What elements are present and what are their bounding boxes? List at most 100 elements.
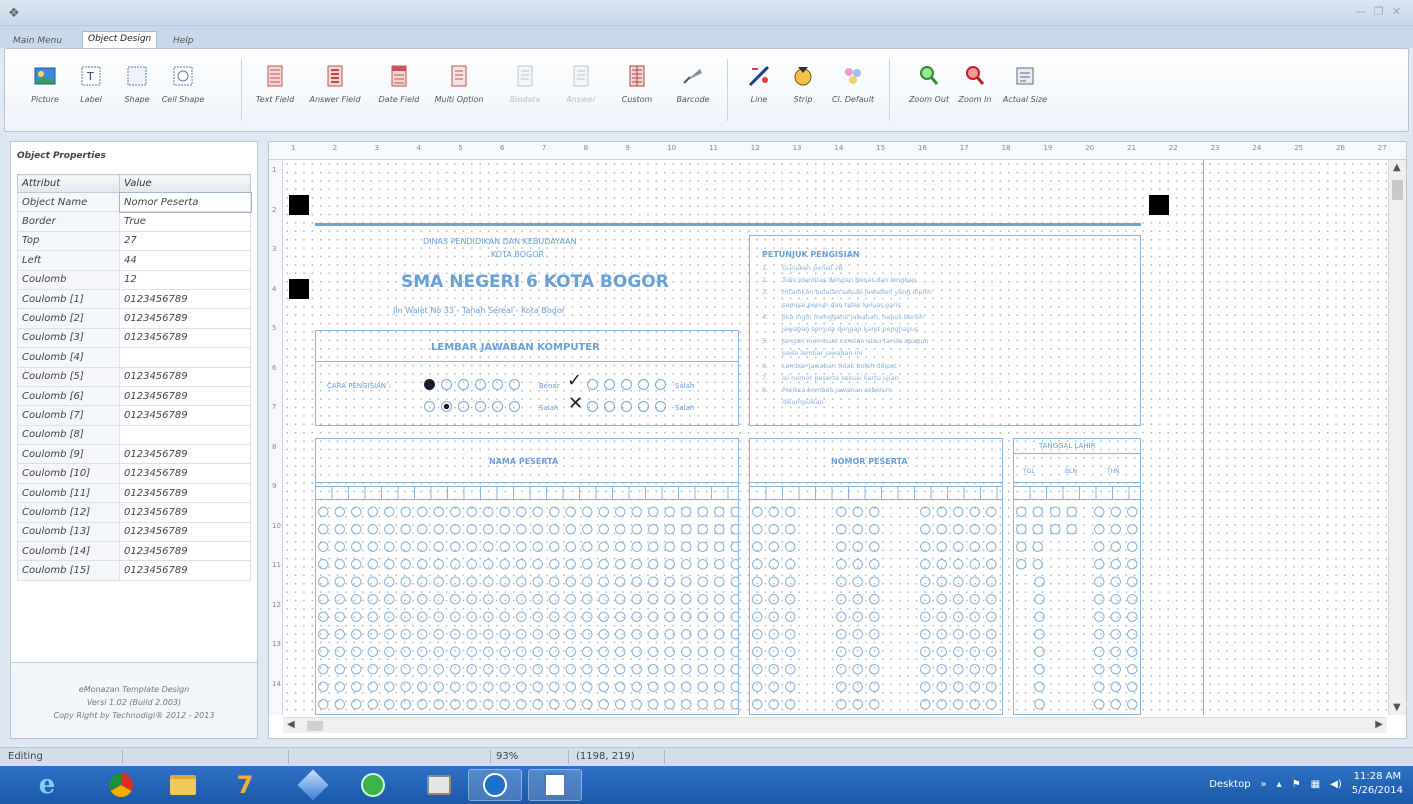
multi-option-button[interactable]: Multi Option: [433, 55, 485, 125]
biodata-button[interactable]: Biodata: [499, 55, 551, 125]
property-row[interactable]: Coulomb [5] 0123456789: [17, 366, 251, 387]
instructions-box[interactable]: PETUNJUK PENGISIAN 1. Gunakan pensil 2B 2.…: [749, 235, 1141, 426]
property-row[interactable]: Coulomb 12: [17, 269, 251, 290]
shape-button[interactable]: Shape: [111, 55, 163, 125]
property-row[interactable]: Coulomb [2] 0123456789: [17, 308, 251, 329]
property-value[interactable]: 0123456789: [119, 366, 251, 387]
zoom-in-button[interactable]: Zoom In: [949, 55, 1001, 125]
property-row[interactable]: Coulomb [7] 0123456789: [17, 405, 251, 426]
property-value[interactable]: 0123456789: [119, 288, 251, 310]
label-button[interactable]: T Label: [65, 55, 117, 125]
property-value[interactable]: 0123456789: [119, 444, 251, 465]
tray-up-arrow-icon[interactable]: ▴: [1277, 779, 1282, 790]
property-row[interactable]: Coulomb [13] 0123456789: [17, 521, 251, 543]
flag-icon[interactable]: ⚑: [1292, 779, 1301, 790]
property-value[interactable]: 0123456789: [119, 327, 251, 349]
picture-button[interactable]: Picture: [19, 55, 71, 125]
app-icon[interactable]: ❖: [8, 6, 20, 21]
header-rule[interactable]: [315, 223, 1141, 226]
custom-button[interactable]: Custom: [611, 55, 663, 125]
answer-field-button[interactable]: Answer Field: [309, 55, 361, 125]
taskbar-teamviewer[interactable]: [468, 769, 522, 801]
fill-method-label[interactable]: CARA PENGISIAN :: [327, 382, 391, 390]
header-attribut[interactable]: Attribut: [17, 174, 120, 193]
property-value[interactable]: 0123456789: [119, 405, 251, 426]
property-value[interactable]: 12: [119, 269, 251, 290]
property-row[interactable]: Coulomb [8]: [17, 424, 251, 446]
agency-line-1[interactable]: DINAS PENDIDIKAN DAN KEBUDAYAAN: [423, 237, 577, 246]
actual-size-button[interactable]: Actual Size: [999, 55, 1051, 125]
scroll-left-icon[interactable]: ◀: [287, 719, 295, 730]
strip-button[interactable]: Strip: [777, 55, 829, 125]
network-icon[interactable]: ▦: [1311, 779, 1320, 790]
property-value[interactable]: True: [119, 211, 251, 232]
cell-shape-button[interactable]: Cell Shape: [157, 55, 209, 125]
agency-line-2[interactable]: KOTA BOGOR: [491, 250, 544, 259]
property-row[interactable]: Coulomb [3] 0123456789: [17, 327, 251, 349]
minimize-icon[interactable]: —: [1355, 5, 1366, 18]
property-row[interactable]: Top 27: [17, 230, 251, 252]
property-row[interactable]: Coulomb [6] 0123456789: [17, 385, 251, 407]
property-row[interactable]: Coulomb [15] 0123456789: [17, 560, 251, 581]
registration-marker[interactable]: [289, 279, 309, 299]
taskbar-explorer[interactable]: [156, 769, 210, 801]
school-name[interactable]: SMA NEGERI 6 KOTA BOGOR: [401, 272, 669, 292]
taskbar-chrome[interactable]: [94, 769, 148, 801]
tab-help[interactable]: Help: [168, 34, 199, 49]
clock[interactable]: 11:28 AM 5/26/2014: [1352, 770, 1403, 798]
registration-marker[interactable]: [289, 195, 309, 215]
zoom-out-button[interactable]: Zoom Out: [903, 55, 955, 125]
property-row[interactable]: Coulomb [1] 0123456789: [17, 288, 251, 310]
scroll-down-icon[interactable]: ▼: [1393, 702, 1401, 713]
property-value[interactable]: [119, 424, 251, 446]
barcode-button[interactable]: Barcode: [667, 55, 719, 125]
registration-marker[interactable]: [1149, 195, 1169, 215]
property-row[interactable]: Coulomb [12] 0123456789: [17, 502, 251, 523]
property-value[interactable]: 0123456789: [119, 482, 251, 504]
chevron-icon[interactable]: »: [1261, 779, 1267, 790]
desktop-toolbar[interactable]: Desktop: [1209, 779, 1250, 790]
property-value[interactable]: 27: [119, 230, 251, 252]
taskbar-app-7[interactable]: 7: [218, 769, 272, 801]
clear-default-button[interactable]: Cl. Default: [827, 55, 879, 125]
property-value[interactable]: [119, 347, 251, 368]
property-value[interactable]: 0123456789: [119, 521, 251, 543]
property-value[interactable]: 44: [119, 250, 251, 271]
horizontal-scroll-thumb[interactable]: [307, 721, 323, 731]
property-row[interactable]: Coulomb [4]: [17, 347, 251, 368]
taskbar-emonazan[interactable]: [528, 769, 582, 801]
date-field-button[interactable]: Date Field: [373, 55, 425, 125]
vertical-scrollbar[interactable]: ▲ ▼: [1388, 160, 1406, 715]
close-icon[interactable]: ✕: [1392, 5, 1401, 18]
property-row[interactable]: Coulomb [10] 0123456789: [17, 463, 251, 484]
property-value[interactable]: 0123456789: [119, 541, 251, 562]
taskbar-app-green[interactable]: [346, 769, 400, 801]
property-row[interactable]: Border True: [17, 211, 251, 232]
maximize-icon[interactable]: ❐: [1374, 5, 1384, 18]
scroll-up-icon[interactable]: ▲: [1393, 162, 1401, 173]
property-value[interactable]: 0123456789: [119, 385, 251, 407]
tab-main-menu[interactable]: Main Menu: [8, 34, 67, 49]
volume-icon[interactable]: ◀): [1330, 779, 1342, 790]
property-row[interactable]: Left 44: [17, 250, 251, 271]
taskbar-app-cube[interactable]: [286, 769, 340, 801]
taskbar-ie[interactable]: e: [20, 769, 74, 801]
property-row[interactable]: Coulomb [11] 0123456789: [17, 482, 251, 504]
sheet-title[interactable]: LEMBAR JAWABAN KOMPUTER: [431, 342, 600, 353]
property-row[interactable]: Coulomb [9] 0123456789: [17, 444, 251, 465]
taskbar-printer[interactable]: [412, 769, 466, 801]
vertical-scroll-thumb[interactable]: [1392, 180, 1403, 200]
property-row[interactable]: Object Name Nomor Peserta: [17, 191, 252, 213]
tab-object-design[interactable]: Object Design: [82, 31, 158, 49]
text-field-button[interactable]: Text Field: [249, 55, 301, 125]
property-value[interactable]: 0123456789: [119, 308, 251, 329]
design-canvas[interactable]: DINAS PENDIDIKAN DAN KEBUDAYAAN KOTA BOG…: [283, 160, 1387, 715]
horizontal-scrollbar[interactable]: ◀ ▶: [283, 717, 1387, 733]
scroll-right-icon[interactable]: ▶: [1375, 719, 1383, 730]
property-value[interactable]: 0123456789: [119, 560, 251, 581]
property-value[interactable]: Nomor Peserta: [118, 191, 252, 213]
school-address[interactable]: Jln Walet No 33 - Tanah Sereal - Kota Bo…: [393, 306, 565, 315]
property-value[interactable]: 0123456789: [119, 463, 251, 484]
property-row[interactable]: Coulomb [14] 0123456789: [17, 541, 251, 562]
answer-button[interactable]: Answer: [555, 55, 607, 125]
